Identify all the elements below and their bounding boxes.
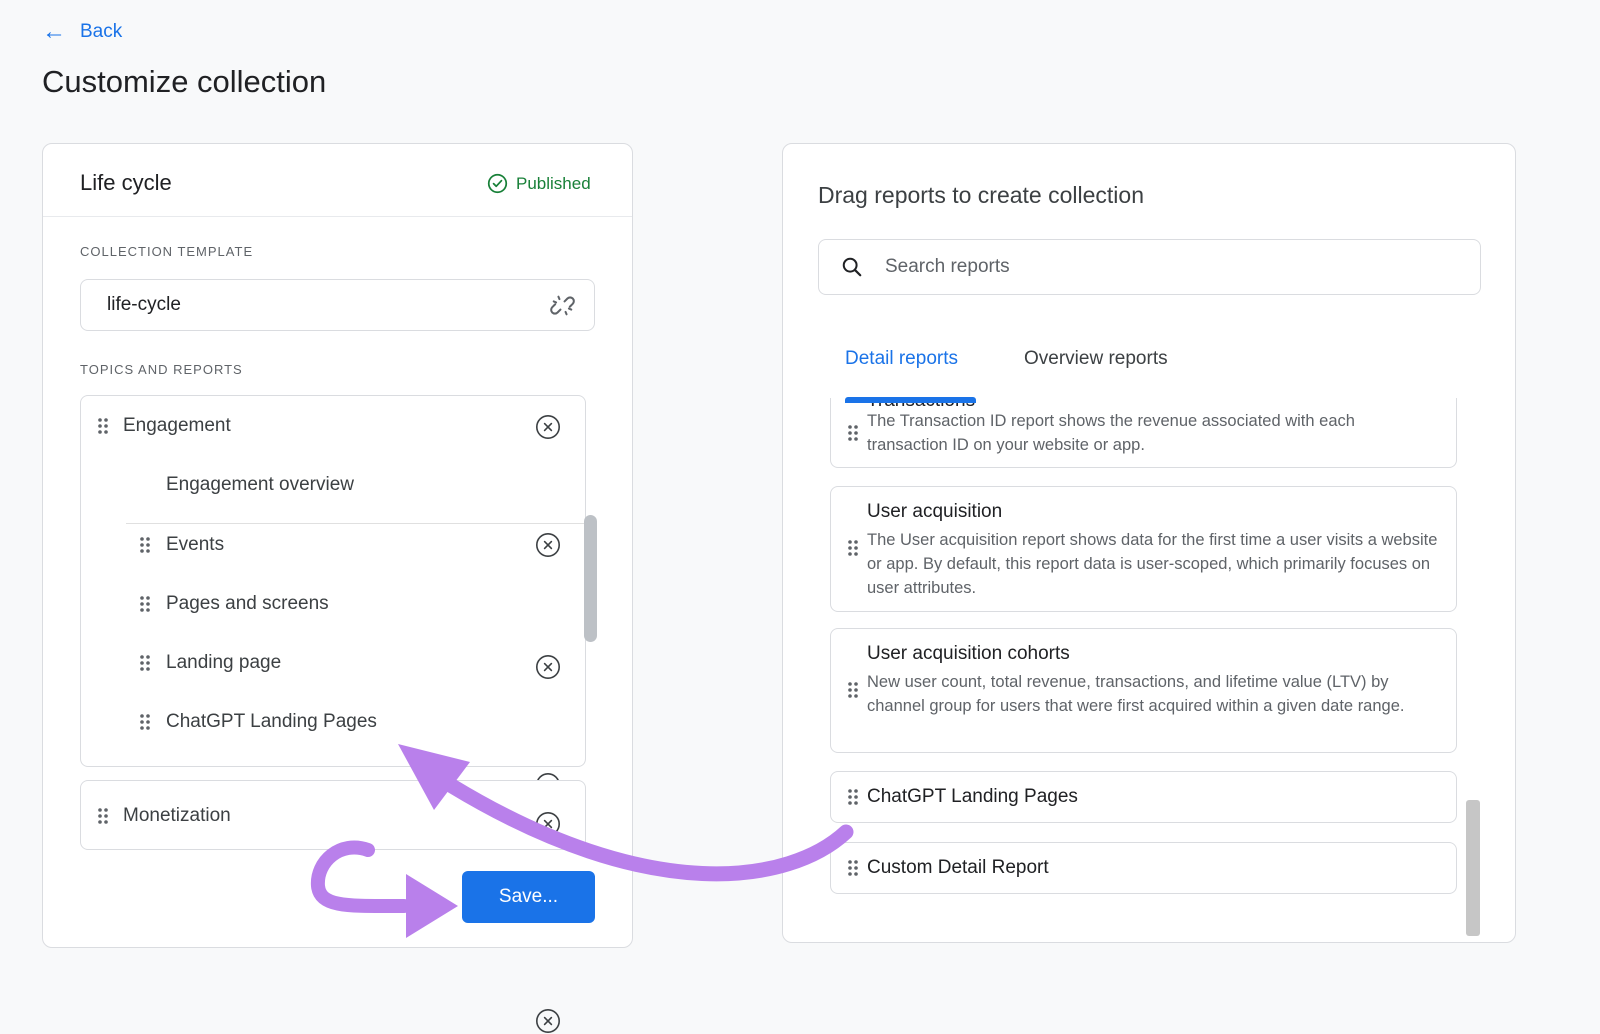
report-label: ChatGPT Landing Pages bbox=[166, 711, 377, 733]
back-button[interactable]: ← Back bbox=[42, 20, 122, 44]
report-label: Pages and screens bbox=[166, 593, 329, 615]
drag-handle-icon[interactable] bbox=[138, 535, 152, 555]
drag-handle-icon[interactable] bbox=[138, 653, 152, 673]
remove-icon[interactable] bbox=[535, 414, 561, 440]
report-card-user-acquisition[interactable]: User acquisition The User acquisition re… bbox=[830, 486, 1457, 612]
report-title: Custom Detail Report bbox=[867, 857, 1049, 879]
back-arrow-icon: ← bbox=[42, 20, 66, 44]
tab-detail-reports[interactable]: Detail reports bbox=[845, 348, 958, 370]
status-label: Published bbox=[516, 174, 591, 194]
topics-and-reports-label: TOPICS AND REPORTS bbox=[80, 362, 243, 377]
report-card-user-acquisition-cohorts[interactable]: User acquisition cohorts New user count,… bbox=[830, 628, 1457, 753]
report-title: User acquisition cohorts bbox=[867, 643, 1070, 665]
page-title: Customize collection bbox=[42, 64, 326, 100]
search-input[interactable] bbox=[885, 256, 1464, 278]
tab-overview-reports[interactable]: Overview reports bbox=[1024, 348, 1168, 370]
topic-row-engagement[interactable]: Engagement bbox=[81, 398, 585, 453]
report-row-pages-and-screens[interactable]: Pages and screens bbox=[81, 577, 585, 631]
active-tab-indicator bbox=[845, 397, 976, 403]
report-row-engagement-overview[interactable]: Engagement overview bbox=[81, 457, 585, 512]
report-label: Engagement overview bbox=[166, 474, 354, 496]
topic-label: Monetization bbox=[123, 805, 231, 827]
drag-handle-icon[interactable] bbox=[96, 416, 110, 436]
topic-label: Engagement bbox=[123, 415, 231, 437]
collection-name: Life cycle bbox=[80, 170, 172, 196]
report-title: ChatGPT Landing Pages bbox=[867, 786, 1078, 808]
remove-icon[interactable] bbox=[535, 811, 561, 837]
drag-handle-icon[interactable] bbox=[846, 538, 860, 558]
report-row-chatgpt-landing-pages[interactable]: ChatGPT Landing Pages bbox=[81, 695, 585, 749]
report-list-scrollbar[interactable] bbox=[1466, 800, 1480, 936]
search-field[interactable] bbox=[818, 239, 1481, 295]
save-button[interactable]: Save... bbox=[462, 871, 595, 923]
report-card-chatgpt-landing-pages[interactable]: ChatGPT Landing Pages bbox=[830, 771, 1457, 823]
report-card-transactions[interactable]: Transactions The Transaction ID report s… bbox=[830, 398, 1457, 468]
report-row-events[interactable]: Events bbox=[81, 518, 585, 572]
report-description: New user count, total revenue, transacti… bbox=[867, 670, 1440, 718]
drag-handle-icon[interactable] bbox=[138, 594, 152, 614]
topic-group-monetization: Monetization bbox=[80, 780, 586, 850]
report-row-landing-page[interactable]: Landing page bbox=[81, 636, 585, 690]
drag-handle-icon[interactable] bbox=[96, 806, 110, 826]
report-description: The Transaction ID report shows the reve… bbox=[867, 409, 1440, 457]
back-label: Back bbox=[80, 21, 122, 43]
topic-group-engagement: Engagement Engagement overview Events Pa… bbox=[80, 395, 586, 767]
search-icon bbox=[841, 256, 863, 278]
drag-handle-icon[interactable] bbox=[846, 680, 860, 700]
collection-template-field[interactable] bbox=[80, 279, 595, 331]
status-badge: Published bbox=[487, 173, 591, 194]
report-card-custom-detail-report[interactable]: Custom Detail Report bbox=[830, 842, 1457, 894]
unlink-icon[interactable] bbox=[549, 292, 576, 319]
collection-template-input[interactable] bbox=[107, 294, 549, 316]
published-check-icon bbox=[487, 173, 508, 194]
collection-template-label: COLLECTION TEMPLATE bbox=[80, 244, 253, 259]
header-divider bbox=[43, 216, 632, 217]
report-label: Events bbox=[166, 534, 224, 556]
report-description: The User acquisition report shows data f… bbox=[867, 528, 1440, 600]
drag-handle-icon[interactable] bbox=[846, 858, 860, 878]
picker-title: Drag reports to create collection bbox=[818, 182, 1144, 209]
report-title: User acquisition bbox=[867, 501, 1002, 523]
drag-handle-icon[interactable] bbox=[138, 712, 152, 732]
report-label: Landing page bbox=[166, 652, 281, 674]
sub-list-scrollbar[interactable] bbox=[584, 515, 597, 642]
drag-handle-icon[interactable] bbox=[846, 423, 860, 443]
drag-handle-icon[interactable] bbox=[846, 787, 860, 807]
topic-row-monetization[interactable]: Monetization bbox=[81, 789, 585, 843]
